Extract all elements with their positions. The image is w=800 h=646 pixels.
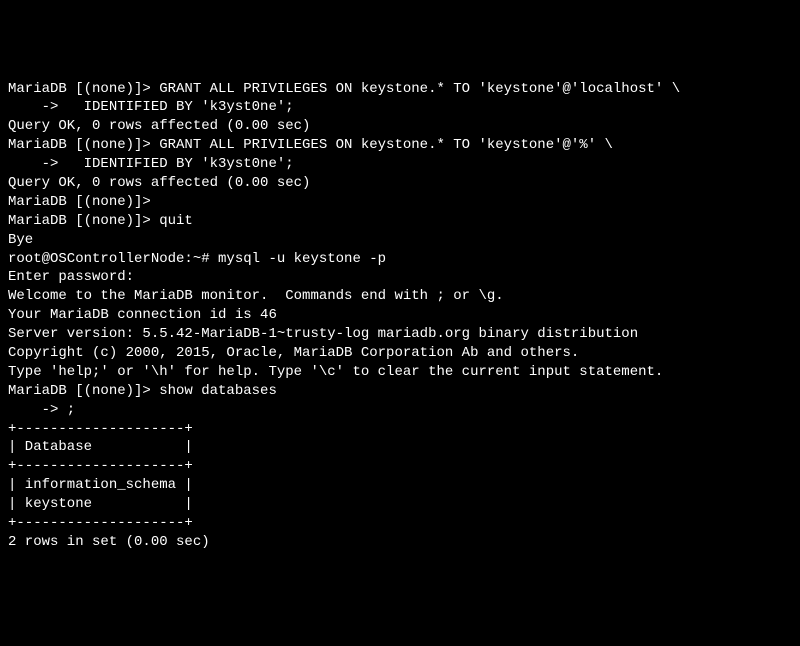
terminal-line: | Database | xyxy=(8,438,792,457)
terminal-line: MariaDB [(none)]> quit xyxy=(8,212,792,231)
terminal-line: Your MariaDB connection id is 46 xyxy=(8,306,792,325)
terminal-line: -> IDENTIFIED BY 'k3yst0ne'; xyxy=(8,155,792,174)
terminal-line: MariaDB [(none)]> GRANT ALL PRIVILEGES O… xyxy=(8,80,792,99)
terminal-line: -> IDENTIFIED BY 'k3yst0ne'; xyxy=(8,98,792,117)
terminal-line: Query OK, 0 rows affected (0.00 sec) xyxy=(8,174,792,193)
terminal-line: MariaDB [(none)]> GRANT ALL PRIVILEGES O… xyxy=(8,136,792,155)
terminal-line: MariaDB [(none)]> xyxy=(8,193,792,212)
terminal-line: | information_schema | xyxy=(8,476,792,495)
terminal-line: | keystone | xyxy=(8,495,792,514)
terminal-line: Enter password: xyxy=(8,268,792,287)
terminal-line: +--------------------+ xyxy=(8,420,792,439)
terminal-line: Server version: 5.5.42-MariaDB-1~trusty-… xyxy=(8,325,792,344)
terminal-line: MariaDB [(none)]> show databases xyxy=(8,382,792,401)
terminal-line: Bye xyxy=(8,231,792,250)
terminal-line: +--------------------+ xyxy=(8,514,792,533)
terminal-line: -> ; xyxy=(8,401,792,420)
terminal-line: Welcome to the MariaDB monitor. Commands… xyxy=(8,287,792,306)
terminal-line: +--------------------+ xyxy=(8,457,792,476)
terminal-line: Type 'help;' or '\h' for help. Type '\c'… xyxy=(8,363,792,382)
terminal-output[interactable]: MariaDB [(none)]> GRANT ALL PRIVILEGES O… xyxy=(8,80,792,552)
terminal-line: Query OK, 0 rows affected (0.00 sec) xyxy=(8,117,792,136)
terminal-line: root@OSControllerNode:~# mysql -u keysto… xyxy=(8,250,792,269)
terminal-line: 2 rows in set (0.00 sec) xyxy=(8,533,792,552)
terminal-line: Copyright (c) 2000, 2015, Oracle, MariaD… xyxy=(8,344,792,363)
